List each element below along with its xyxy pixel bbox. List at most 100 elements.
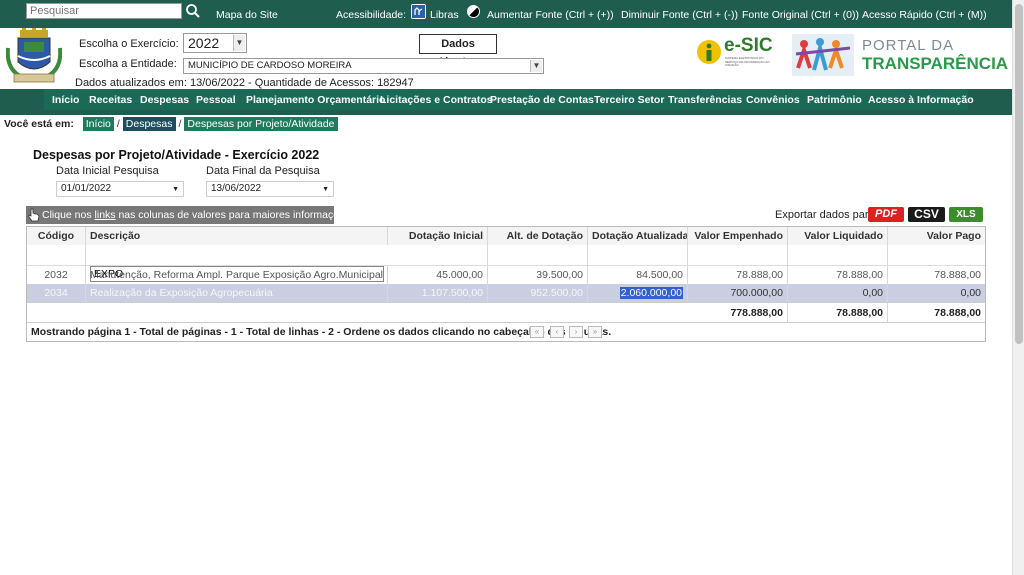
data-final-field[interactable]: 13/06/2022 ▼ [206,181,334,197]
data-grid: Código Descrição Dotação Inicial Alt. de… [26,226,986,342]
col-valor-empenhado[interactable]: Valor Empenhado [688,227,788,245]
esic-title: e-SIC [724,35,773,56]
update-info: Dados atualizados em: 13/06/2022 - Quant… [75,77,414,89]
cell-descricao: Manutenção, Reforma Ampl. Parque Exposiç… [86,266,388,284]
col-codigo[interactable]: Código [27,227,86,245]
nav-convenios[interactable]: Convênios [746,94,800,106]
site-map-link[interactable]: Mapa do Site [216,9,278,21]
cell-valor-liquidado[interactable]: 78.888,00 [788,266,888,284]
cell-valor-pago[interactable]: 0,00 [888,284,985,302]
table-row[interactable]: 2032 Manutenção, Reforma Ampl. Parque Ex… [27,266,985,284]
filter-cell [488,245,588,266]
data-final-label: Data Final da Pesquisa [206,165,320,177]
header: Escolha o Exercício: 2022 ▼ Dados Aberto… [0,28,1012,90]
cell-dotacao-atualizada[interactable]: 84.500,00 [588,266,688,284]
export-pdf-button[interactable]: PDF [868,207,904,222]
breadcrumb-item-inicio[interactable]: Início [82,117,114,131]
hint-link[interactable]: links [95,209,116,221]
last-page-icon[interactable]: » [588,326,602,338]
col-valor-pago[interactable]: Valor Pago [888,227,985,245]
export-xls-button[interactable]: XLS [949,207,983,222]
entidade-select[interactable]: MUNICÍPIO DE CARDOSO MOREIRA ▼ [183,58,544,74]
total-valor-empenhado: 778.888,00 [688,303,788,323]
export-label: Exportar dados para: [775,209,878,221]
caret-down-icon: ▼ [172,186,179,193]
data-final-value: 13/06/2022 [211,183,262,194]
breadcrumb: Você está em: Início / Despesas / Despesas p… [4,117,338,131]
cell-dotacao-inicial[interactable]: 1.107.500,00 [388,284,488,302]
hint-text-end: nas colunas de valores para maiores info… [115,209,354,221]
decrease-font-link[interactable]: Diminuir Fonte (Ctrl + (-)) [621,9,738,21]
main-nav: Início Receitas Despesas Pessoal Planeja… [0,89,1012,115]
page-title: Despesas por Projeto/Atividade - Exercíc… [33,148,320,162]
cell-dotacao-atualizada[interactable]: 2.060.000,00 [588,284,688,302]
vertical-scrollbar[interactable] [1012,0,1024,575]
search-input[interactable] [26,3,182,19]
top-bar: Mapa do Site Acessibilidade: Libras Aume… [0,0,1012,28]
filter-cell [388,245,488,266]
exercicio-label: Escolha o Exercício: [79,38,179,50]
filter-cell [588,245,688,266]
nav-patrimonio[interactable]: Patrimônio [807,94,862,106]
search-icon[interactable] [185,3,201,19]
prev-page-icon[interactable]: ‹ [550,326,564,338]
esic-logo[interactable]: e-SIC SISTEMA ELETRÔNICO DO SERVIÇO DE I… [696,35,776,70]
portal-title-line2: TRANSPARÊNCIA [862,54,1009,73]
nav-terceiro-setor[interactable]: Terceiro Setor [594,94,664,106]
export-csv-button[interactable]: CSV [908,207,945,222]
nav-inicio[interactable]: Início [52,94,79,106]
portal-transparencia-logo[interactable]: PORTAL DA TRANSPARÊNCIA [792,34,1008,78]
hint-banner: Clique nos links nas colunas de valores … [26,206,353,224]
nav-despesas[interactable]: Despesas [140,94,189,106]
nav-prestacao[interactable]: Prestação de Contas [490,94,594,106]
breadcrumb-item-despesas[interactable]: Despesas [122,117,176,131]
table-row-selected[interactable]: 2034 Realização da Exposição Agropecuári… [27,284,985,302]
cell-codigo: 2032 [27,266,86,284]
next-page-icon[interactable]: › [569,326,583,338]
nav-receitas[interactable]: Receitas [89,94,132,106]
nav-pessoal[interactable]: Pessoal [196,94,236,106]
contrast-icon[interactable] [467,5,480,18]
pagination-info: Mostrando página 1 - Total de páginas - … [31,326,612,338]
totals-row: 778.888,00 78.888,00 78.888,00 [27,302,985,323]
exercicio-select[interactable]: 2022 ▼ [183,33,247,53]
libras-link[interactable]: Libras [430,9,459,21]
first-page-icon[interactable]: « [530,326,544,338]
increase-font-link[interactable]: Aumentar Fonte (Ctrl + (+)) [487,9,614,21]
cell-valor-liquidado[interactable]: 0,00 [788,284,888,302]
cell-valor-empenhado[interactable]: 700.000,00 [688,284,788,302]
col-valor-liquidado[interactable]: Valor Liquidado [788,227,888,245]
filter-cell [27,245,86,266]
cell-valor-pago[interactable]: 78.888,00 [888,266,985,284]
breadcrumb-label: Você está em: [4,118,74,130]
nav-transferencias[interactable]: Transferências [668,94,742,106]
scrollbar-thumb[interactable] [1015,4,1023,344]
col-dotacao-inicial[interactable]: Dotação Inicial [388,227,488,245]
breadcrumb-item-current[interactable]: Despesas por Projeto/Atividade [184,117,338,131]
nav-acesso-informacao[interactable]: Acesso à Informação [868,94,974,106]
col-descricao[interactable]: Descrição [86,227,388,245]
data-inicial-field[interactable]: 01/01/2022 ▼ [56,181,184,197]
nav-planejamento[interactable]: Planejamento Orçamentário [246,94,385,106]
cell-alt-dotacao[interactable]: 952.500,00 [488,284,588,302]
main-nav-inner: Início Receitas Despesas Pessoal Planeja… [44,89,974,110]
data-inicial-value: 01/01/2022 [61,183,112,194]
nav-licitacoes[interactable]: Licitações e Contratos [380,94,493,106]
breadcrumb-separator: / [178,118,182,130]
chevron-down-icon: ▼ [530,60,542,72]
portal-title-line1: PORTAL DA [862,37,955,54]
cell-dotacao-inicial[interactable]: 45.000,00 [388,266,488,284]
dados-abertos-button[interactable]: Dados Abertos [419,34,497,68]
col-dotacao-atualizada[interactable]: Dotação Atualizada [588,227,688,245]
col-alt-dotacao[interactable]: Alt. de Dotação [488,227,588,245]
cell-alt-dotacao[interactable]: 39.500,00 [488,266,588,284]
entidade-value: MUNICÍPIO DE CARDOSO MOREIRA [188,60,352,71]
data-inicial-label: Data Inicial Pesquisa [56,165,159,177]
caret-down-icon: ▼ [322,186,329,193]
total-valor-pago: 78.888,00 [934,307,981,319]
quick-access-link[interactable]: Acesso Rápido (Ctrl + (M)) [862,9,987,21]
libras-icon[interactable] [411,4,426,19]
cell-valor-empenhado[interactable]: 78.888,00 [688,266,788,284]
filter-cell [688,245,788,266]
original-font-link[interactable]: Fonte Original (Ctrl + (0)) [742,9,859,21]
